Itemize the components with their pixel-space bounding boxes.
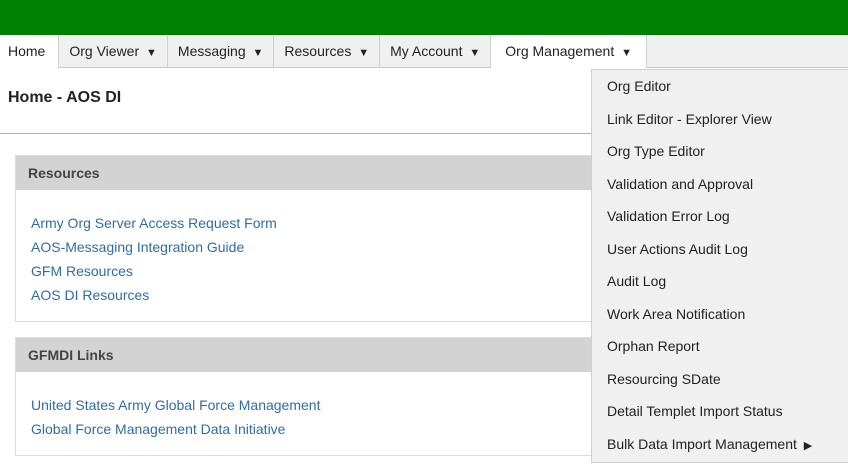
menu-item-label: User Actions Audit Log [607, 240, 748, 257]
link-aos-di-resources[interactable]: AOS DI Resources [31, 283, 604, 307]
nav-org-management-label: Org Management [505, 43, 615, 59]
menu-item-label: Detail Templet Import Status [607, 403, 783, 419]
resources-panel-header: Resources [16, 156, 604, 190]
menu-item-orphan-report[interactable]: Orphan Report [592, 330, 848, 363]
menu-item-user-actions-audit-log[interactable]: User Actions Audit Log [592, 233, 848, 266]
nav-org-viewer-label: Org Viewer [69, 43, 140, 59]
menu-item-resourcing-sdate[interactable]: Resourcing SDate [592, 363, 848, 396]
nav-org-viewer[interactable]: Org Viewer ▼ [59, 35, 168, 68]
menu-item-label: Work Area Notification [607, 305, 746, 322]
menu-item-label: Audit Log [607, 273, 667, 289]
gfmdi-panel-body: United States Army Global Force Manageme… [16, 372, 604, 441]
nav-my-account-label: My Account [390, 43, 463, 59]
link-army-gfm[interactable]: United States Army Global Force Manageme… [31, 393, 604, 417]
top-banner [0, 0, 848, 35]
link-access-request-form[interactable]: Army Org Server Access Request Form [31, 211, 604, 235]
nav-org-management[interactable]: Org Management ▼ [491, 35, 647, 68]
gfmdi-panel: GFMDI Links United States Army Global Fo… [15, 337, 605, 456]
menu-item-label: Resourcing SDate [607, 370, 721, 387]
page-title: Home - AOS DI [8, 89, 122, 106]
menu-item-label: Org Editor [607, 78, 671, 94]
menu-item-org-editor[interactable]: Org Editor [592, 70, 848, 103]
nav-resources-label: Resources [284, 43, 352, 59]
chevron-down-icon: ▼ [469, 47, 481, 59]
menu-item-audit-log[interactable]: Audit Log [592, 265, 848, 298]
chevron-down-icon: ▼ [146, 47, 157, 59]
resources-panel: Resources Army Org Server Access Request… [15, 155, 605, 322]
gfmdi-panel-header: GFMDI Links [16, 338, 604, 372]
org-management-dropdown: Org Editor Link Editor - Explorer View O… [591, 69, 848, 463]
menu-item-detail-templet-import-status[interactable]: Detail Templet Import Status [592, 395, 848, 428]
menu-item-bulk-data-import[interactable]: Bulk Data Import Management ▶ [592, 428, 848, 461]
nav-messaging[interactable]: Messaging ▼ [168, 35, 275, 68]
menu-item-validation-approval[interactable]: Validation and Approval [592, 168, 848, 201]
menu-item-label: Org Type Editor [607, 143, 705, 159]
menu-item-label: Link Editor - Explorer View [607, 110, 772, 127]
nav-home-label: Home [8, 43, 46, 59]
menu-item-label: Orphan Report [607, 338, 700, 354]
link-gfm-data-initiative[interactable]: Global Force Management Data Initiative [31, 417, 604, 441]
menu-item-validation-error-log[interactable]: Validation Error Log [592, 200, 848, 233]
chevron-right-icon: ▶ [803, 439, 813, 452]
title-divider [0, 133, 600, 134]
nav-messaging-label: Messaging [177, 43, 246, 59]
menu-item-org-type-editor[interactable]: Org Type Editor [592, 135, 848, 168]
chevron-down-icon: ▼ [621, 47, 632, 59]
chevron-down-icon: ▼ [252, 47, 264, 59]
resources-panel-body: Army Org Server Access Request Form AOS-… [16, 190, 604, 307]
main-nav: Home Org Viewer ▼ Messaging ▼ Resources … [0, 35, 848, 68]
menu-item-label: Validation Error Log [607, 208, 730, 224]
link-gfm-resources[interactable]: GFM Resources [31, 259, 604, 283]
nav-my-account[interactable]: My Account ▼ [380, 35, 492, 68]
nav-resources[interactable]: Resources ▼ [274, 35, 381, 68]
menu-item-label: Bulk Data Import Management [607, 435, 797, 452]
link-messaging-integration-guide[interactable]: AOS-Messaging Integration Guide [31, 235, 604, 259]
menu-item-work-area-notification[interactable]: Work Area Notification [592, 298, 848, 331]
nav-home[interactable]: Home [0, 35, 60, 68]
menu-item-link-editor[interactable]: Link Editor - Explorer View [592, 103, 848, 136]
menu-item-label: Validation and Approval [607, 175, 754, 192]
chevron-down-icon: ▼ [358, 47, 370, 59]
